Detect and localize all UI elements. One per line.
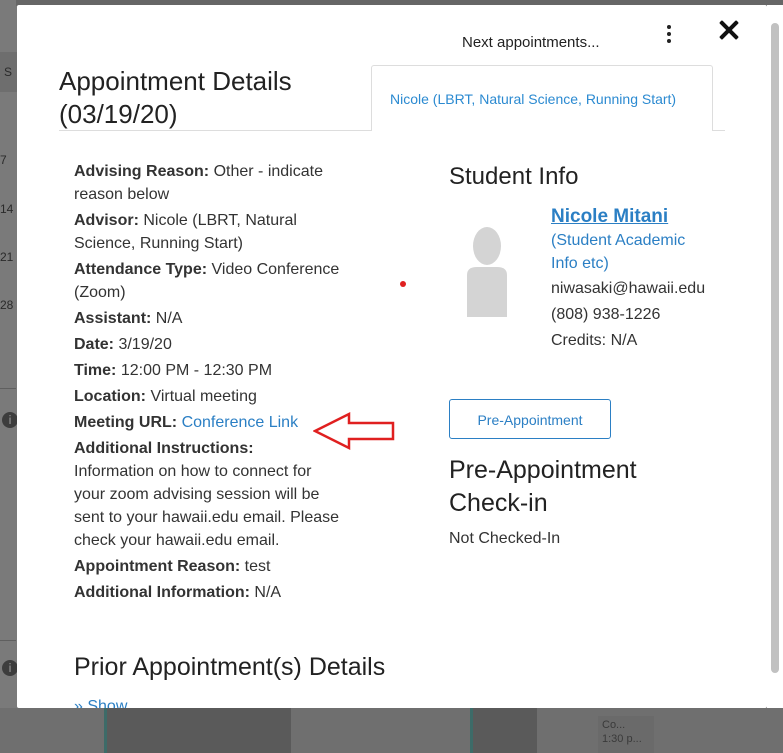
advising-reason-row: Advising Reason: Other - indicate reason… (74, 160, 344, 206)
field-label: Additional Information: (74, 584, 250, 601)
field-label: Meeting URL: (74, 414, 178, 431)
user-avatar-icon (467, 227, 507, 317)
modal-scrollbar[interactable] (767, 5, 783, 708)
field-label: Date: (74, 336, 115, 353)
calendar-event-block[interactable] (104, 708, 291, 753)
field-label: Attendance Type: (74, 261, 208, 278)
student-subtitle-link[interactable]: (Student Academic Info etc) (551, 229, 711, 275)
field-value: 3/19/20 (114, 336, 172, 353)
field-value: Virtual meeting (146, 388, 257, 405)
pre-appointment-status: Not Checked-In (449, 530, 561, 547)
field-label: Assistant: (74, 310, 152, 327)
scrollbar-thumb[interactable] (771, 23, 779, 673)
location-row: Location: Virtual meeting (74, 385, 344, 408)
title-line-1: Appointment Details (59, 66, 292, 96)
info-icon[interactable]: i (2, 660, 18, 676)
student-email: niwasaki@hawaii.edu (551, 280, 706, 297)
field-value: N/A (151, 310, 183, 327)
tab-divider (59, 130, 371, 131)
more-vertical-icon[interactable] (663, 23, 675, 47)
student-phone: (808) 938-1226 (551, 306, 661, 323)
appointment-details-list: Advising Reason: Other - indicate reason… (74, 160, 344, 607)
calendar-day: 7 (0, 153, 7, 167)
tab-advisor[interactable]: Nicole (LBRT, Natural Science, Running S… (371, 65, 713, 131)
pre-appointment-button[interactable]: Pre-Appointment (449, 399, 611, 439)
divider (0, 640, 16, 641)
appointment-reason-row: Appointment Reason: test (74, 555, 344, 578)
field-label: Additional Instructions: (74, 440, 254, 457)
field-value: N/A (249, 584, 282, 601)
field-value: 12:00 PM - 12:30 PM (116, 362, 273, 379)
divider (0, 388, 16, 389)
prior-appointments-title: Prior Appointment(s) Details (74, 653, 386, 681)
calendar-day: 14 (0, 202, 14, 216)
student-name-link[interactable]: Nicole Mitani (551, 206, 668, 228)
attendance-type-row: Attendance Type: Video Conference (Zoom) (74, 258, 344, 304)
date-row: Date: 3/19/20 (74, 333, 344, 356)
field-label: Time: (74, 362, 117, 379)
pre-appointment-title: Pre-Appointment Check-in (449, 456, 637, 517)
calendar-event-title: Co... (602, 719, 626, 731)
tab-divider (713, 130, 725, 131)
additional-information-row: Additional Information: N/A (74, 581, 344, 604)
close-icon[interactable] (718, 19, 740, 41)
calendar-event-item[interactable]: Co... 1:30 p... (598, 716, 654, 753)
calendar-day: 28 (0, 298, 14, 312)
field-label: Advisor: (74, 212, 139, 229)
field-label: Appointment Reason: (74, 558, 241, 575)
additional-instructions-row: Additional Instructions: Information on h… (74, 437, 344, 552)
student-credits: Credits: N/A (551, 332, 638, 349)
field-label: Location: (74, 388, 146, 405)
title-line-2: (03/19/20) (59, 99, 178, 129)
calendar-event-time: 1:30 p... (602, 733, 642, 745)
field-label: Advising Reason: (74, 163, 210, 180)
field-value: test (240, 558, 271, 575)
info-icon[interactable]: i (2, 412, 18, 428)
calendar-day: 21 (0, 250, 14, 264)
annotation-dot (400, 281, 406, 287)
calendar-event-block[interactable] (470, 708, 537, 753)
conference-link[interactable]: Conference Link (182, 414, 299, 431)
next-appointments-label[interactable]: Next appointments... (462, 34, 600, 51)
page-title: Appointment Details (03/19/20) (59, 65, 359, 131)
assistant-row: Assistant: N/A (74, 307, 344, 330)
student-info-title: Student Info (449, 163, 579, 190)
time-row: Time: 12:00 PM - 12:30 PM (74, 359, 344, 382)
advisor-row: Advisor: Nicole (LBRT, Natural Science, … (74, 209, 344, 255)
field-value: Information on how to connect for your z… (74, 463, 340, 549)
show-label: Show (87, 698, 128, 708)
tab-advisor-label: Nicole (LBRT, Natural Science, Running S… (390, 91, 677, 107)
appointment-details-modal: Next appointments... Appointment Details… (17, 5, 767, 708)
prior-show-link[interactable]: » Show (74, 698, 127, 708)
annotation-arrow-icon (313, 411, 395, 451)
meeting-url-row: Meeting URL: Conference Link (74, 411, 344, 434)
